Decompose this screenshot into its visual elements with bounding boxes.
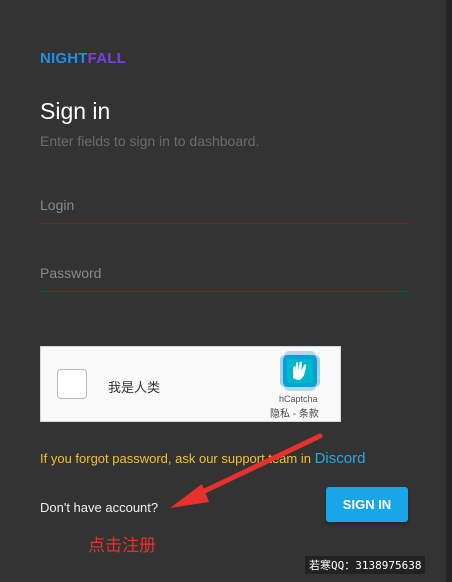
hcaptcha-brand-label: hCaptcha: [279, 394, 318, 404]
captcha-checkbox-label: 我是人类: [108, 380, 161, 395]
signin-button[interactable]: SIGN IN: [326, 487, 408, 522]
hcaptcha-widget: 我是人类 hCaptcha 隐私 - 条款: [40, 346, 341, 422]
hcaptcha-logo-icon: [280, 351, 320, 391]
register-annotation: 点击注册: [88, 536, 156, 555]
brand-logo-part1: NIGHT: [40, 50, 88, 67]
register-link[interactable]: Don't have account?: [40, 500, 158, 515]
password-input[interactable]: [40, 255, 408, 291]
login-input[interactable]: [40, 187, 408, 223]
page-subtitle: Enter fields to sign in to dashboard.: [40, 133, 260, 149]
password-field-container: [40, 255, 408, 292]
brand-logo-part2: FALL: [87, 50, 126, 67]
login-field-container: [40, 187, 408, 224]
page-title: Sign in: [40, 98, 111, 124]
captcha-privacy-terms-link[interactable]: 隐私 - 条款: [270, 405, 319, 420]
watermark: 若寒QQ：3138975638: [305, 556, 426, 574]
signin-panel: NIGHTFALL Sign in Enter fields to sign i…: [0, 0, 446, 582]
captcha-checkbox[interactable]: [57, 369, 87, 399]
annotation-arrow-icon: [170, 433, 323, 508]
brand-logo: NIGHTFALL: [40, 50, 126, 67]
window-edge: [446, 0, 452, 582]
